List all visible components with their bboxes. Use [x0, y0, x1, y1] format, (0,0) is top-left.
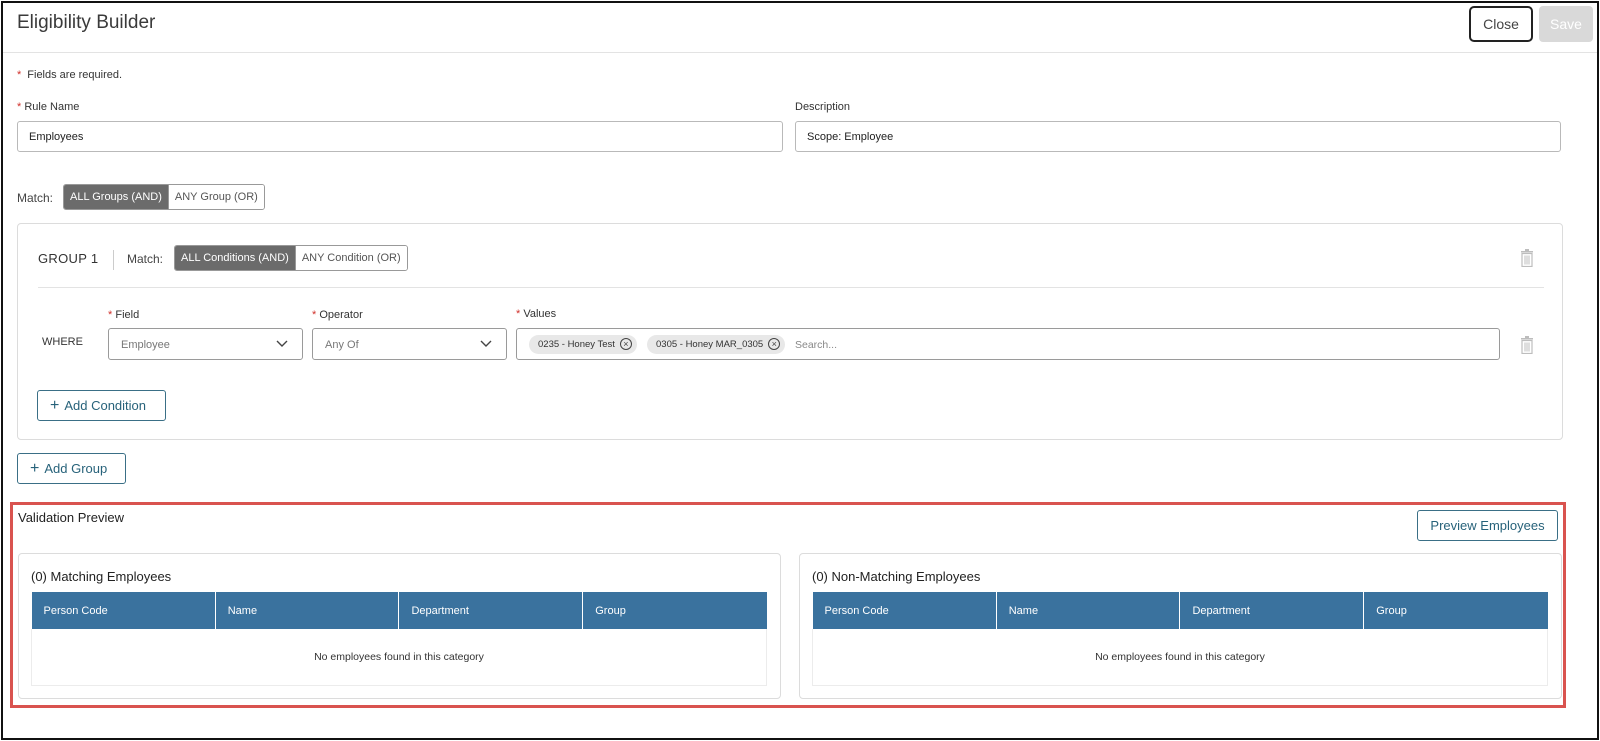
operator-label: * Operator	[312, 309, 363, 321]
preview-employees-button[interactable]: Preview Employees	[1417, 510, 1558, 541]
add-group-button[interactable]: + Add Group	[17, 453, 126, 484]
column-header[interactable]: Name	[215, 592, 400, 629]
required-star: *	[17, 69, 22, 81]
group-card: GROUP 1 Match: ALL Conditions (AND) ANY …	[17, 223, 1563, 440]
description-label: Description	[795, 101, 851, 113]
matching-employees-title: (0) Matching Employees	[31, 569, 172, 584]
match-all-conditions[interactable]: ALL Conditions (AND)	[175, 246, 295, 270]
add-group-label: Add Group	[44, 461, 108, 476]
validation-preview-section: Validation Preview Preview Employees (0)…	[10, 502, 1566, 708]
value-chip-label: 0305 - Honey MAR_0305	[656, 339, 764, 350]
values-multiselect[interactable]: 0235 - Honey Test × 0305 - Honey MAR_030…	[516, 328, 1500, 360]
match-all-groups[interactable]: ALL Groups (AND)	[64, 185, 168, 209]
save-button[interactable]: Save	[1539, 6, 1593, 42]
trash-icon[interactable]	[1520, 249, 1534, 267]
non-matching-employees-card: (0) Non-Matching Employees Person Code N…	[799, 553, 1562, 699]
non-matching-employees-title: (0) Non-Matching Employees	[812, 569, 981, 584]
close-circle-icon[interactable]: ×	[768, 338, 781, 350]
eligibility-builder-window: Eligibility Builder Close Save * Fields a…	[1, 1, 1599, 740]
column-header[interactable]: Group	[1363, 592, 1548, 629]
rule-name-label: * Rule Name	[17, 101, 80, 113]
values-label: * Values	[516, 308, 557, 320]
matching-employees-card: (0) Matching Employees Person Code Name …	[18, 553, 781, 699]
close-circle-icon[interactable]: ×	[619, 338, 632, 350]
field-label: * Field	[108, 309, 140, 321]
where-label: WHERE	[42, 336, 83, 348]
value-chip: 0305 - Honey MAR_0305 ×	[647, 335, 786, 354]
values-search-input[interactable]: Search...	[795, 339, 837, 351]
column-header[interactable]: Group	[582, 592, 767, 629]
header: Eligibility Builder Close Save	[3, 3, 1597, 53]
field-select[interactable]: Employee	[108, 328, 303, 360]
page-title: Eligibility Builder	[17, 12, 156, 33]
match-any-group[interactable]: ANY Group (OR)	[167, 185, 264, 209]
condition-match-toggle: ALL Conditions (AND) ANY Condition (OR)	[174, 245, 408, 271]
description-input[interactable]	[795, 121, 1561, 152]
plus-icon: +	[50, 396, 60, 414]
add-condition-button[interactable]: + Add Condition	[37, 390, 166, 421]
operator-select-value: Any Of	[325, 339, 359, 351]
close-button[interactable]: Close	[1469, 6, 1533, 42]
column-header[interactable]: Department	[398, 592, 584, 629]
group-title: GROUP 1	[38, 251, 99, 266]
group-match-label: Match:	[127, 252, 164, 266]
field-select-value: Employee	[121, 339, 170, 351]
required-note: * Fields are required.	[17, 69, 122, 81]
column-header[interactable]: Department	[1179, 592, 1365, 629]
matching-employees-table: Person Code Name Department Group No emp…	[31, 592, 767, 686]
column-header[interactable]: Person Code	[812, 592, 997, 629]
add-condition-label: Add Condition	[64, 398, 147, 413]
trash-icon[interactable]	[1520, 336, 1534, 354]
plus-icon: +	[30, 459, 40, 477]
validation-title: Validation Preview	[18, 510, 124, 525]
empty-state: No employees found in this category	[812, 629, 1548, 686]
column-header[interactable]: Person Code	[31, 592, 216, 629]
group-divider	[38, 287, 1544, 288]
match-any-condition[interactable]: ANY Condition (OR)	[294, 246, 407, 270]
required-note-text: Fields are required.	[27, 69, 123, 81]
column-header[interactable]: Name	[996, 592, 1181, 629]
chevron-down-icon	[480, 340, 492, 347]
non-matching-employees-table: Person Code Name Department Group No emp…	[812, 592, 1548, 686]
match-label: Match:	[17, 191, 54, 205]
rule-name-input[interactable]	[17, 121, 783, 152]
operator-select[interactable]: Any Of	[312, 328, 507, 360]
empty-state: No employees found in this category	[31, 629, 767, 686]
value-chip-label: 0235 - Honey Test	[538, 339, 615, 350]
group-match-toggle: ALL Groups (AND) ANY Group (OR)	[63, 184, 265, 210]
value-chip: 0235 - Honey Test ×	[529, 335, 637, 354]
chevron-down-icon	[276, 340, 288, 347]
group-title-separator	[113, 250, 114, 270]
